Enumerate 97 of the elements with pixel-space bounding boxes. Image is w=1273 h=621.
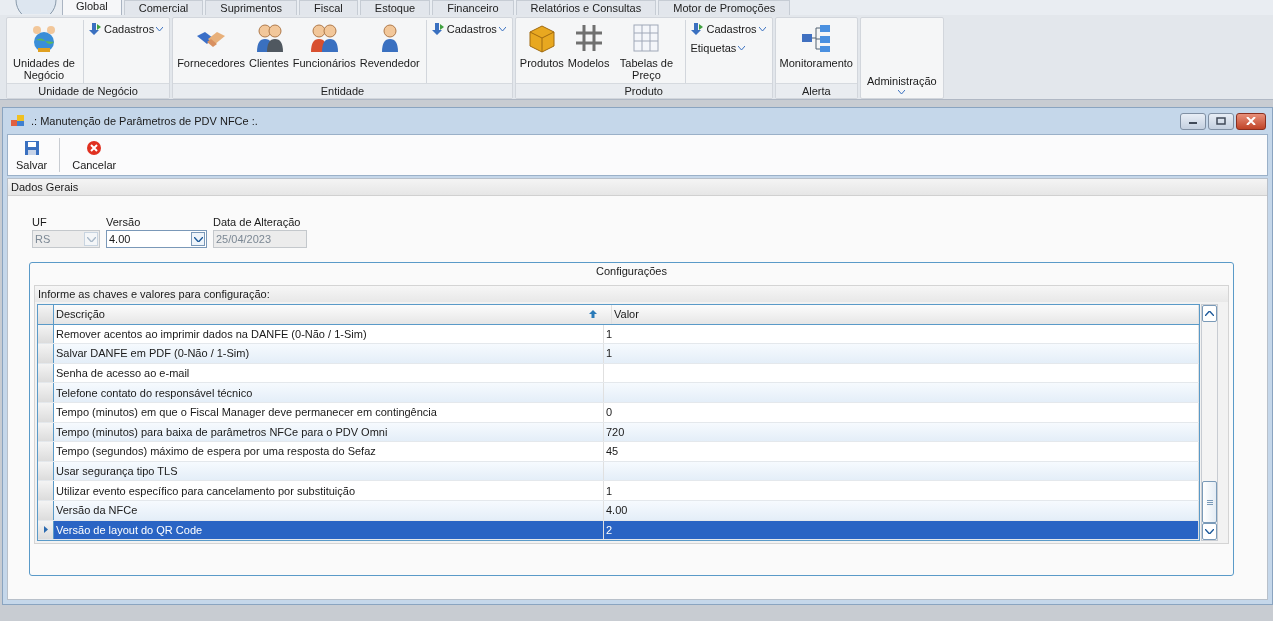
- window-icon: [11, 115, 25, 127]
- ribbon-dropdown[interactable]: Administração: [862, 20, 941, 98]
- save-icon: [23, 139, 40, 156]
- table-row[interactable]: Usar segurança tipo TLS: [38, 461, 1199, 482]
- caret-icon: [898, 90, 906, 94]
- ribbon-button[interactable]: Fornecedores: [175, 20, 247, 83]
- ribbon-button[interactable]: Revendedor: [357, 20, 422, 83]
- current-row-icon: [43, 526, 48, 534]
- table-row[interactable]: Tempo (segundos) máximo de espera por uma resposta do Sefaz 45: [38, 442, 1199, 462]
- table-row[interactable]: Salvar DANFE em PDF (0-Não / 1-Sim) 1: [38, 344, 1199, 364]
- close-button[interactable]: [1236, 112, 1266, 130]
- ribbon-button[interactable]: Modelos: [565, 20, 612, 83]
- table-cell: 1: [604, 481, 1199, 500]
- table-row[interactable]: Remover acentos ao imprimir dados na DANFE (0-Não / 1-Sim) 1: [38, 324, 1199, 345]
- close-icon: [1246, 117, 1256, 125]
- caret-icon: [193, 236, 203, 242]
- caret-icon: [738, 46, 746, 50]
- table-cell: Senha de acesso ao e-mail: [54, 363, 604, 383]
- maximize-button[interactable]: [1208, 112, 1234, 130]
- table-cell: Tempo (minutos) para baixa de parâmetros NFCe para o PDV Omni: [54, 422, 604, 442]
- table-row[interactable]: Senha de acesso ao e-mail: [38, 363, 1199, 384]
- caret-icon: [758, 27, 766, 31]
- group-label: Entidade: [173, 83, 512, 98]
- save-button[interactable]: Salvar: [10, 139, 54, 171]
- dropdown-field[interactable]: 4.00: [106, 230, 207, 248]
- table-cell: Remover acentos ao imprimir dados na DANFE (0-Não / 1-Sim): [54, 324, 604, 344]
- table-row[interactable]: Telefone contato do responsável técnico: [38, 383, 1199, 403]
- ribbon-button[interactable]: Produtos: [517, 20, 566, 83]
- table-cell: 2: [604, 520, 1199, 540]
- down-icon: [1205, 529, 1214, 535]
- up-icon: [1205, 311, 1214, 316]
- window-title: .: Manutenção de Parâmetros de PDV NFCe :.: [31, 115, 259, 127]
- group-label: Alerta: [775, 83, 857, 98]
- table-cell: 4.00: [604, 500, 1199, 520]
- sort-icon: [589, 310, 597, 319]
- ribbon-button[interactable]: Funcionários: [290, 20, 358, 83]
- caret-icon: [156, 27, 164, 31]
- table-cell: Tempo (segundos) máximo de espera por uma resposta do Sefaz: [54, 442, 604, 461]
- arrow-icon: [430, 22, 445, 36]
- table-row[interactable]: Versão da NFCe 4.00: [38, 500, 1199, 521]
- ribbon-menu[interactable]: Cadastros: [430, 22, 506, 36]
- ribbon-menu[interactable]: Cadastros: [690, 22, 766, 36]
- scrollbar[interactable]: [1201, 304, 1218, 542]
- network-icon: [800, 22, 833, 54]
- ribbon-button[interactable]: Tabelas de Preço: [611, 20, 682, 83]
- ribbon-tab[interactable]: Comercial: [123, 0, 204, 15]
- ribbon-tab[interactable]: Motor de Promoções: [658, 0, 791, 15]
- group-title: Configurações: [595, 264, 668, 279]
- table-cell: 1: [604, 344, 1199, 363]
- scroll-up-button[interactable]: [1202, 305, 1217, 322]
- column-header[interactable]: Descrição: [54, 305, 612, 324]
- ribbon-button[interactable]: Unidades de Negócio: [9, 20, 79, 83]
- table-cell: Salvar DANFE em PDF (0-Não / 1-Sim): [54, 344, 604, 363]
- maximize-icon: [1216, 117, 1226, 125]
- scroll-down-button[interactable]: [1202, 523, 1217, 541]
- table-cell: Utilizar evento específico para cancelamento por substituição: [54, 481, 604, 500]
- field-label: UF: [32, 216, 48, 228]
- cancel-icon: [86, 139, 103, 156]
- table-cell: Telefone contato do responsável técnico: [54, 383, 604, 402]
- people-icon: [308, 22, 341, 54]
- table-cell: 1: [604, 324, 1199, 344]
- caret-icon: [498, 27, 506, 31]
- table-cell: Tempo (minutos) em que o Fiscal Manager deve permanecer em contingência: [54, 402, 604, 422]
- ribbon-menu[interactable]: Etiquetas: [690, 42, 766, 54]
- ribbon-button[interactable]: Monitoramento: [777, 20, 855, 83]
- minimize-button[interactable]: [1180, 112, 1206, 130]
- grip-icon: [1206, 499, 1213, 505]
- group-label: Unidade de Negócio: [7, 83, 170, 98]
- ribbon-tab[interactable]: Fiscal: [299, 0, 358, 15]
- ribbon-tab[interactable]: Suprimentos: [205, 0, 298, 15]
- table-cell: Versão de layout do QR Code: [54, 520, 604, 540]
- table-cell: 45: [604, 442, 1199, 461]
- ribbon-menu[interactable]: Cadastros: [88, 22, 164, 36]
- table-row[interactable]: Tempo (minutos) para baixa de parâmetros NFCe para o PDV Omni 720: [38, 422, 1199, 443]
- group-label: Produto: [515, 83, 772, 98]
- section-header: Dados Gerais: [8, 179, 1267, 196]
- scroll-thumb[interactable]: [1202, 481, 1217, 524]
- ribbon-tab[interactable]: Financeiro: [432, 0, 514, 15]
- caret-icon: [86, 236, 96, 242]
- arrow-icon: [690, 22, 705, 36]
- ribbon-tab[interactable]: Estoque: [359, 0, 431, 15]
- table-cell: 720: [604, 422, 1199, 442]
- table-row[interactable]: Utilizar evento específico para cancelamento por substituição 1: [38, 481, 1199, 501]
- table-row[interactable]: Tempo (minutos) em que o Fiscal Manager deve permanecer em contingência 0: [38, 402, 1199, 423]
- arrow-icon: [88, 22, 102, 36]
- ribbon-tab[interactable]: Global: [62, 0, 122, 15]
- column-header[interactable]: Valor: [612, 305, 1199, 324]
- table-cell: Versão da NFCe: [54, 500, 604, 520]
- hint-text: Informe as chaves e valores para configuração:: [35, 286, 1228, 302]
- cancel-button[interactable]: Cancelar: [66, 139, 123, 171]
- ribbon-button[interactable]: Clientes: [247, 20, 291, 83]
- field-label: Versão: [106, 216, 142, 228]
- selected-row[interactable]: Versão de layout do QR Code 2: [38, 520, 1199, 541]
- field-label: Data de Alteração: [213, 216, 302, 228]
- table-cell: 0: [604, 402, 1199, 422]
- ribbon-tab[interactable]: Relatórios e Consultas: [515, 0, 657, 15]
- table-cell: Usar segurança tipo TLS: [54, 461, 604, 481]
